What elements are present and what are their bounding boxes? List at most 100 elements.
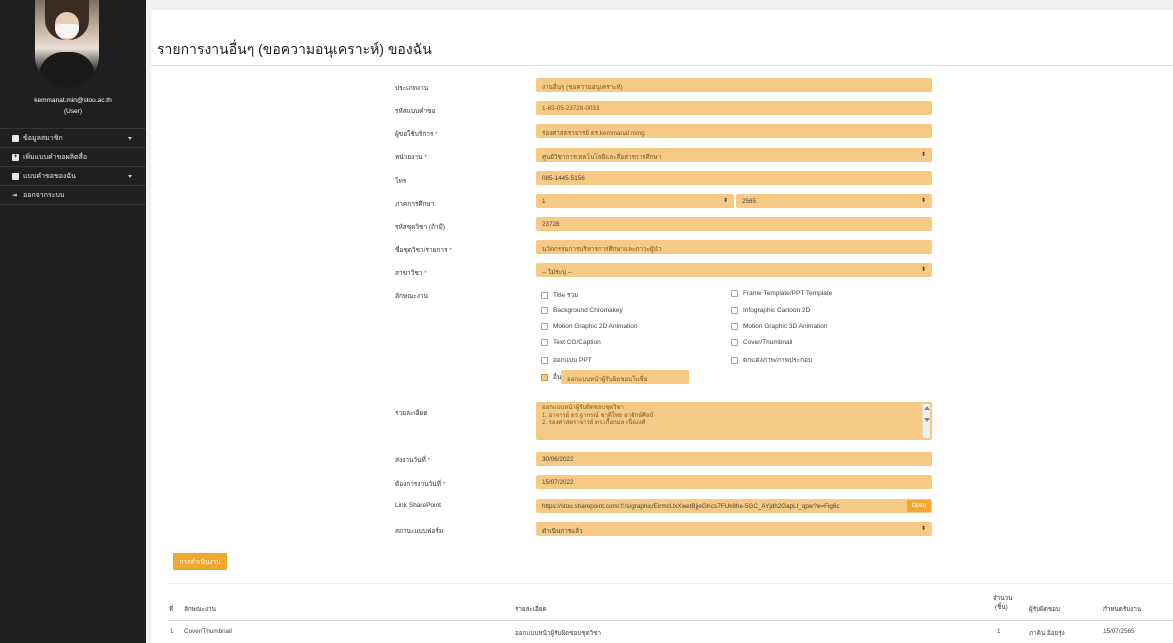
checkbox-icon <box>731 307 738 314</box>
checkbox-icon <box>541 339 548 346</box>
detail-line: 1. อาจารย์ ดร.ฐากรณ์ ชาติไทย อาจักษ์ศิลป… <box>542 412 654 419</box>
sidebar-item-label: ข้อมูลสมาชิก <box>23 134 63 142</box>
type-label: ประเภทงาน <box>395 85 429 92</box>
checkbox-icon <box>541 307 548 314</box>
textarea-scrollbar[interactable] <box>922 404 930 438</box>
features-label: ลักษณะงาน <box>395 293 428 300</box>
th-feature: ลักษณะงาน <box>184 606 216 613</box>
sidebar-item-label: ออกจากระบบ <box>23 191 65 199</box>
checkbox-label: Infographic Cartoon 2D <box>743 307 811 314</box>
work-table: ที่ ลักษณะงาน รายละเอียด จำนวน (ชิ้น) ผู… <box>167 583 1173 643</box>
checkbox-label: Background Chromakey <box>553 307 623 314</box>
send-date-label: ส่งงานวันที่ * <box>395 457 431 464</box>
due-date-label: ต้องการงานวันที่ * <box>395 481 446 488</box>
user-email: kemmanat.min@stou.ac.th <box>34 97 112 104</box>
checkbox-label: ตกแต่งภาพ/ภาพประกอบ <box>743 357 813 364</box>
th-no: ที่ <box>169 606 174 613</box>
checkbox-icon <box>731 323 738 330</box>
sidebar-item-my-requests[interactable]: แบบคำขอของฉัน <box>0 166 146 186</box>
feature-checkbox[interactable]: Background Chromakey <box>541 307 623 314</box>
select-arrow-icon: ⬍ <box>920 267 926 273</box>
table-cell-no: 1 <box>170 628 174 635</box>
open-link-button[interactable]: Open <box>907 500 931 512</box>
checkbox-label: Frame Template/PPT Template <box>743 290 833 297</box>
status-select[interactable]: ดำเนินการแล้ว ⬍ <box>536 522 932 536</box>
year-select[interactable]: 2565 ⬍ <box>736 194 932 208</box>
scroll-down-icon <box>924 418 930 422</box>
feature-checkbox[interactable]: ตกแต่งภาพ/ภาพประกอบ <box>731 355 812 365</box>
sidebar-item-profile[interactable]: ข้อมูลสมาชิก <box>0 128 146 148</box>
th-qty-unit: (ชิ้น) <box>995 604 1008 611</box>
avatar <box>35 0 99 88</box>
checkbox-label: Title รวม <box>553 292 579 299</box>
checkbox-icon <box>731 339 738 346</box>
sidebar-item-label: แบบคำขอของฉัน <box>23 172 76 180</box>
select-arrow-icon: ⬍ <box>920 152 926 158</box>
detail-textarea[interactable]: ออกแบบหน้าผู้รับผิดชอบชุดวิชา 1. อาจารย์… <box>536 402 932 440</box>
unit-label: หน่วยงาน * <box>395 154 427 161</box>
profile-icon <box>12 134 19 142</box>
checkbox-label: Text CG/Caption <box>553 339 601 346</box>
feature-checkbox[interactable]: Title รวม <box>541 290 578 300</box>
sharepoint-label: Link SharePoint <box>395 502 441 509</box>
code-label: รหัสแบบคำขอ <box>395 108 436 115</box>
unit-select[interactable]: ศูนย์วิชาการเทคโนโลยีและสื่อสารการศึกษา ⬍ <box>536 148 932 162</box>
page-title: รายการงานอื่นๆ (ขอความอนุเคราะห์) ของฉัน <box>157 41 432 57</box>
sidebar: kemmanat.min@stou.ac.th (User) ข้อมูลสมา… <box>0 0 146 643</box>
detail-line: ออกแบบหน้าผู้รับผิดชอบชุดวิชา <box>542 405 624 411</box>
feature-checkbox[interactable]: Infographic Cartoon 2D <box>731 307 810 314</box>
th-owner: ผู้รับผิดชอบ <box>1029 606 1060 613</box>
send-date-field[interactable]: 30/06/2022 <box>536 452 932 466</box>
checkbox-checked-icon <box>541 373 548 381</box>
detail-label: รายละเอียด <box>395 410 428 417</box>
checkbox-label: Motion Graphic 2D Animation <box>553 323 638 330</box>
course-name-field[interactable]: นวัตกรรมการบริหารการศึกษาและภาวะผู้นำ <box>536 240 932 254</box>
title-divider <box>151 65 1173 66</box>
select-arrow-icon: ⬍ <box>920 526 926 532</box>
feature-checkbox[interactable]: Cover/Thumbnail <box>731 339 793 346</box>
th-due: กำหนดรับงาน <box>1103 606 1142 613</box>
phone-label: โทร <box>395 178 407 185</box>
due-date-field[interactable]: 15/07/2022 <box>536 475 932 489</box>
phone-field[interactable]: 085-1445-5156 <box>536 171 932 185</box>
sidebar-item-label: เพิ่มแบบคำขอผลิตสื่อ <box>23 153 88 161</box>
scroll-up-icon <box>924 406 930 410</box>
table-divider <box>167 620 1173 621</box>
sidebar-item-logout[interactable]: ⇥ ออกจากระบบ <box>0 185 146 205</box>
checkbox-icon <box>541 291 548 299</box>
caret-down-icon <box>128 175 132 178</box>
feature-checkbox[interactable]: Text CG/Caption <box>541 339 601 346</box>
semester-label: ภาคการศึกษา <box>395 201 435 208</box>
table-cell-detail: ออกแบบหน้าผู้รับผิดชอบชุดวิชา <box>515 630 602 637</box>
requester-field: รองศาสตราจารย์ ดร.kemmanat ming <box>536 124 932 138</box>
semester-select[interactable]: 1 ⬍ <box>536 194 734 208</box>
requester-label: ผู้ขอใช้บริการ * <box>395 131 438 138</box>
sharepoint-field[interactable]: https://stou.sharepoint.com/:f:/s/graphi… <box>536 499 932 513</box>
caret-down-icon <box>128 137 132 140</box>
sidebar-nav: ข้อมูลสมาชิก + เพิ่มแบบคำขอผลิตสื่อ แบบค… <box>0 128 146 205</box>
checkbox-icon <box>541 323 548 330</box>
checkbox-icon <box>731 290 738 297</box>
checkbox-icon <box>731 356 738 364</box>
operation-button[interactable]: การดำเนินงาน <box>173 553 227 570</box>
checkbox-icon <box>541 356 548 364</box>
top-bar <box>146 0 1173 10</box>
feature-checkbox[interactable]: Frame Template/PPT Template <box>731 290 832 297</box>
major-label: สาขาวิชา * <box>395 270 427 277</box>
select-arrow-icon: ⬍ <box>920 198 926 204</box>
course-code-field[interactable]: 23728 <box>536 217 932 231</box>
major-select[interactable]: -- ไม่ระบุ -- ⬍ <box>536 263 932 277</box>
status-label: สถานะแบบฟอร์ม <box>395 528 444 535</box>
type-field: งานอื่นๆ (ขอความอนุเคราะห์) <box>536 78 932 92</box>
table-cell-owner: ภาคิน อ้อยรุ่ง <box>1029 630 1065 637</box>
course-name-label: ชื่อชุดวิชา/รายการ * <box>395 247 452 254</box>
sidebar-item-add-request[interactable]: + เพิ่มแบบคำขอผลิตสื่อ <box>0 147 146 167</box>
checkbox-label: ออกแบบ PPT <box>553 357 592 364</box>
detail-line: 2. รองศาสตราจารย์ ดร.เกื้อกมล เนื่องงศ์ <box>542 420 646 426</box>
feature-checkbox[interactable]: Motion Graphic 3D Animation <box>731 323 828 330</box>
feature-checkbox[interactable]: Motion Graphic 2D Animation <box>541 323 638 330</box>
logout-icon: ⇥ <box>12 192 18 199</box>
code-field: 1-65-05-23728-0033 <box>536 101 932 115</box>
other-input[interactable]: ออกแบบหน้าผู้รับผิดชอบในชื่อ <box>561 370 689 384</box>
feature-checkbox[interactable]: ออกแบบ PPT <box>541 355 592 365</box>
